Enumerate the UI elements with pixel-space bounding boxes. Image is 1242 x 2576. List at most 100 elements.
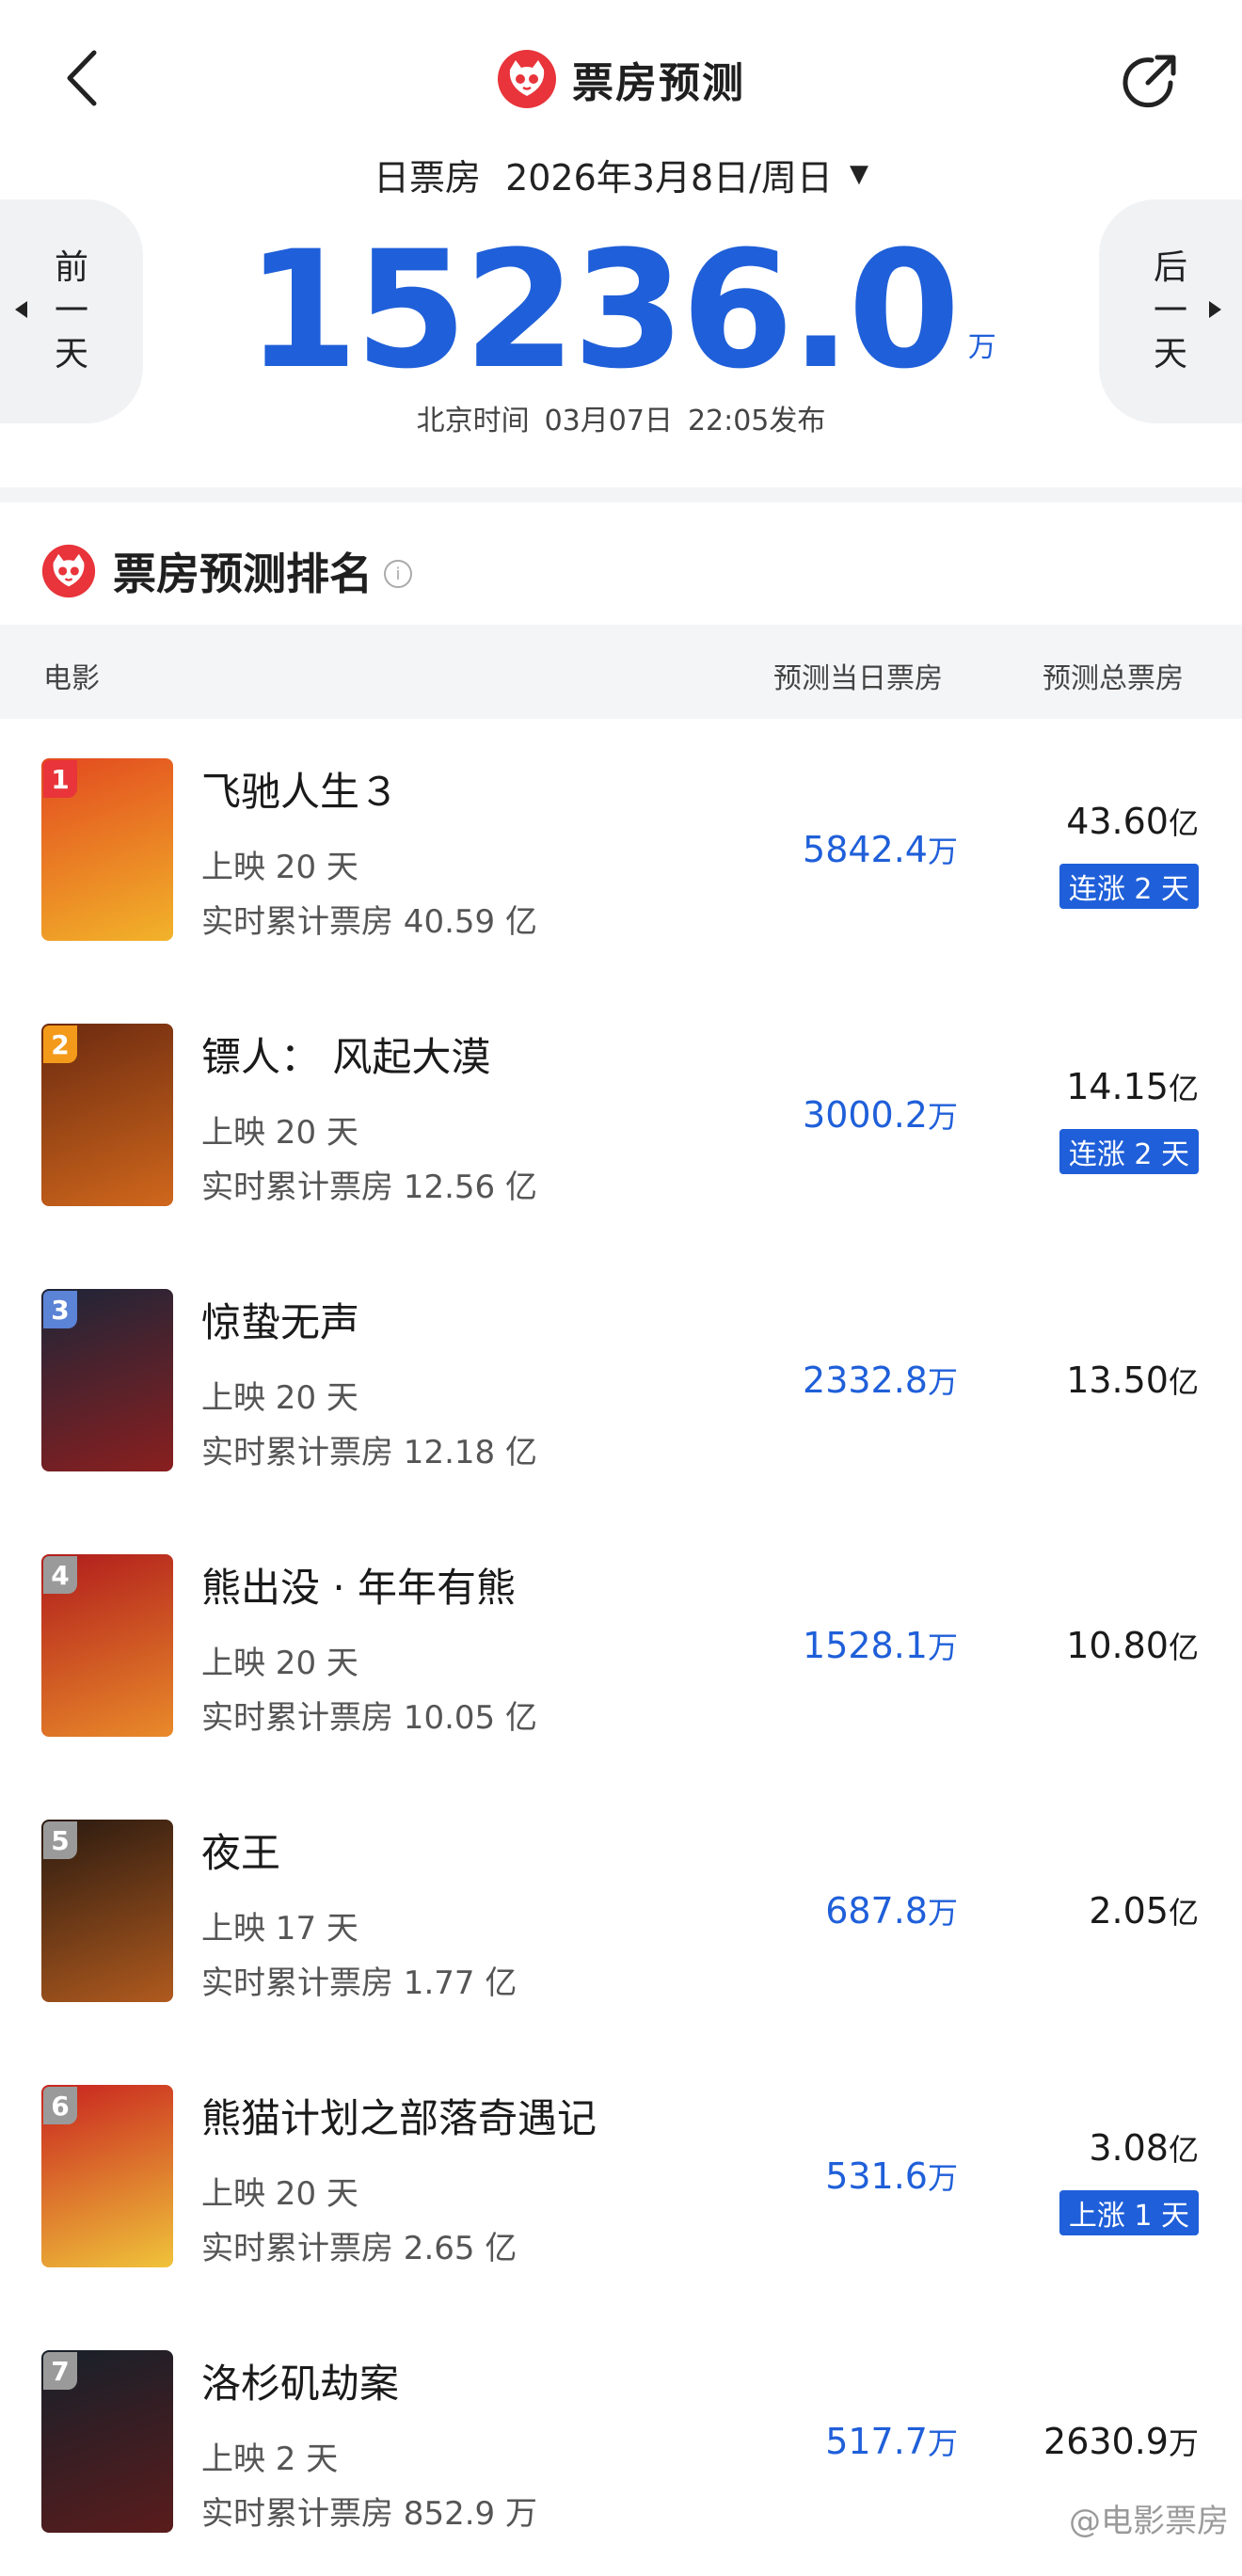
watermark-text: @电影票房 [1069,2503,1229,2540]
movie-row[interactable]: 4 熊出没 · 年年有熊 上映 20 天实时累计票房 10.05 亿 1528.1万 1… [0,1515,1242,1780]
date-selector[interactable]: 日票房 2026年3月8日/周日 ▼ [0,141,1242,207]
predicted-total: 10.80亿 [1066,1624,1199,1667]
release-days: 上映 20 天 [201,1645,358,1682]
movie-row[interactable]: 6 熊猫计划之部落奇遇记上映 20 天实时累计票房 2.65 亿 531.6万 3.0… [0,2045,1242,2311]
release-days: 上映 2 天 [201,2441,339,2478]
cumulative-box-office: 实时累计票房 12.56 亿 [201,1169,537,1206]
date-value: 2026年3月8日/周日 [505,156,833,199]
header-brand: 票房预测 [0,45,1242,113]
predicted-daily: 2332.8万 [803,1359,958,1402]
release-days: 上映 20 天 [201,2175,358,2213]
movie-title: 熊猫计划之部落奇遇记 [201,2095,597,2141]
publish-info: 北京时间 03月07日 22:05发布 [0,397,1242,444]
predicted-total-unit: 亿 [1168,1895,1199,1931]
caret-down-icon: ▼ [849,160,868,188]
movie-row[interactable]: 1 飞驰人生３ 上映 20 天实时累计票房 40.59 亿 5842.4万 43.60亿… [0,719,1242,984]
release-days: 上映 17 天 [201,1910,358,1948]
release-days: 上映 20 天 [201,1379,358,1417]
trend-tag: 连涨 2 天 [1059,1129,1199,1174]
predicted-daily-value: 687.8 [825,1890,928,1932]
predicted-daily: 531.6万 [825,2155,958,2198]
movie-row[interactable]: 3 惊蛰无声上映 20 天实时累计票房 12.18 亿 2332.8万 13.50亿 [0,1249,1242,1515]
movie-title: 惊蛰无声 [201,1299,360,1345]
trend-tag: 上涨 1 天 [1059,2190,1199,2235]
movie-row[interactable]: 2 镖人： 风起大漠 上映 20 天实时累计票房 12.56 亿 3000.2万 14.… [0,984,1242,1249]
cumulative-box-office: 实时累计票房 12.18 亿 [201,1434,537,1471]
predicted-total: 43.60亿 [1066,800,1199,843]
predicted-total-unit: 万 [1168,2425,1199,2461]
publish-date: 03月07日 [544,405,673,437]
movie-row[interactable]: 7 洛杉矶劫案 上映 2 天实时累计票房 852.9 万 517.7万 2630.9万 [0,2311,1242,2576]
predicted-daily-unit: 万 [927,1099,958,1135]
predicted-daily-value: 3000.2 [803,1094,928,1136]
release-days: 上映 20 天 [201,1114,358,1152]
page-title: 票房预测 [572,59,745,107]
table-header: 电影 预测当日票房 预测总票房 [0,625,1242,719]
publish-label: 北京时间 [416,405,530,437]
predicted-daily-unit: 万 [927,1895,958,1931]
total-value: 15236.0 [246,215,960,405]
cumulative-box-office: 实时累计票房 2.65 亿 [201,2230,518,2267]
movie-title: 熊出没 · 年年有熊 [201,1565,517,1611]
predicted-daily-value: 531.6 [825,2155,928,2197]
predicted-daily: 3000.2万 [803,1093,958,1137]
predicted-daily: 517.7万 [825,2420,958,2463]
movie-title: 飞驰人生３ [201,769,400,815]
watermark: @电影票房 [1069,2495,1229,2541]
ranking-title: 票房预测排名 [113,549,373,599]
predicted-daily: 5842.4万 [803,828,958,871]
rank-badge: 4 [43,1556,77,1594]
cumulative-box-office: 实时累计票房 1.77 亿 [201,1964,518,2002]
predicted-daily-value: 1528.1 [803,1625,928,1666]
predicted-total-unit: 亿 [1168,1630,1199,1665]
rank-badge: 3 [43,1291,77,1328]
predicted-daily-unit: 万 [927,1630,958,1665]
column-header-total[interactable]: 预测总票房 [1043,655,1184,696]
predicted-total: 3.08亿 [1089,2126,1199,2170]
section-divider [0,487,1242,502]
total-unit: 万 [967,331,996,364]
cumulative-box-office: 实时累计票房 40.59 亿 [201,903,537,941]
predicted-total: 14.15亿 [1066,1065,1199,1108]
ranking-header: 票房预测排名 i [41,538,412,604]
predicted-total-value: 2630.9 [1043,2421,1169,2462]
cat-logo-icon [498,50,556,108]
predicted-total: 13.50亿 [1066,1359,1199,1402]
trend-tag: 连涨 2 天 [1059,864,1199,909]
column-header-daily[interactable]: 预测当日票房 [773,655,943,696]
predicted-total-unit: 亿 [1168,1071,1199,1106]
predicted-daily-unit: 万 [927,834,958,869]
date-type-label: 日票房 [374,156,482,199]
predicted-daily-value: 5842.4 [803,829,928,870]
movie-title: 洛杉矶劫案 [201,2361,400,2407]
publish-time: 22:05发布 [687,405,826,437]
share-icon [1123,55,1176,108]
rank-badge: 2 [43,1026,77,1063]
column-header-movie: 电影 [43,662,100,695]
share-button[interactable] [1116,47,1184,115]
predicted-daily-unit: 万 [927,1364,958,1400]
rank-badge: 7 [43,2352,77,2390]
rank-badge: 5 [43,1821,77,1859]
predicted-total-value: 14.15 [1066,1066,1169,1107]
rank-badge: 1 [43,760,77,798]
predicted-daily-value: 517.7 [825,2421,928,2462]
release-days: 上映 20 天 [201,849,358,886]
predicted-daily-unit: 万 [927,2425,958,2461]
predicted-total-value: 3.08 [1089,2127,1169,2169]
predicted-total-unit: 亿 [1168,805,1199,841]
info-icon[interactable]: i [384,560,412,588]
movie-row[interactable]: 5 夜王 上映 17 天实时累计票房 1.77 亿 687.8万 2.05亿 [0,1780,1242,2045]
rank-badge: 6 [43,2087,77,2124]
predicted-daily-unit: 万 [927,2160,958,2196]
predicted-total-value: 2.05 [1089,1890,1169,1932]
predicted-total: 2.05亿 [1089,1889,1199,1932]
predicted-total-value: 43.60 [1066,801,1169,842]
cumulative-box-office: 实时累计票房 10.05 亿 [201,1699,537,1737]
predicted-daily-value: 2332.8 [803,1360,928,1401]
predicted-total-value: 10.80 [1066,1625,1169,1666]
cumulative-box-office: 实时累计票房 852.9 万 [201,2495,537,2533]
predicted-daily: 1528.1万 [803,1624,958,1667]
predicted-total-unit: 亿 [1168,1364,1199,1400]
cat-logo-icon [41,544,96,598]
